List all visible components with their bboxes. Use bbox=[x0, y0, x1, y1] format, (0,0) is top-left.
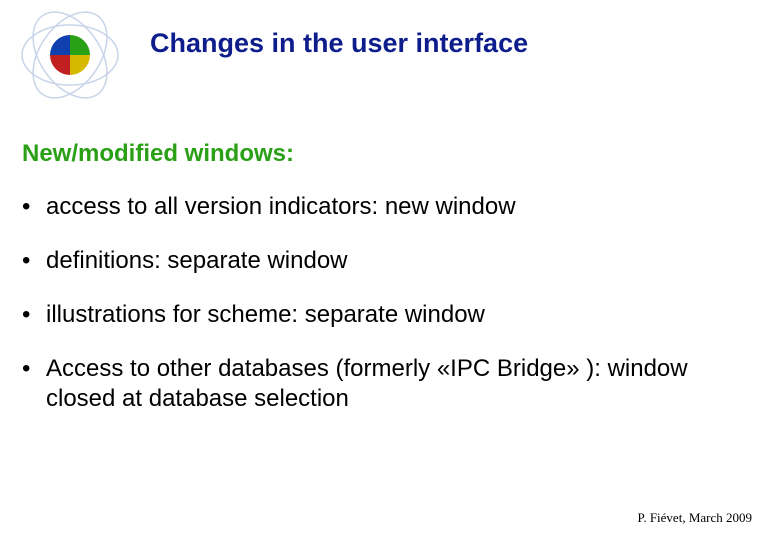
list-item: access to all version indicators: new wi… bbox=[22, 192, 758, 222]
footer-attribution: P. Fiévet, March 2009 bbox=[638, 510, 752, 526]
list-item: Access to other databases (formerly «IPC… bbox=[22, 354, 758, 414]
bullet-list: access to all version indicators: new wi… bbox=[22, 192, 758, 414]
logo-icon bbox=[10, 10, 130, 100]
section-heading: New/modified windows: bbox=[22, 140, 780, 168]
list-item: definitions: separate window bbox=[22, 246, 758, 276]
list-item: illustrations for scheme: separate windo… bbox=[22, 300, 758, 330]
slide-title: Changes in the user interface bbox=[150, 28, 528, 59]
slide-header: Changes in the user interface bbox=[0, 0, 780, 100]
